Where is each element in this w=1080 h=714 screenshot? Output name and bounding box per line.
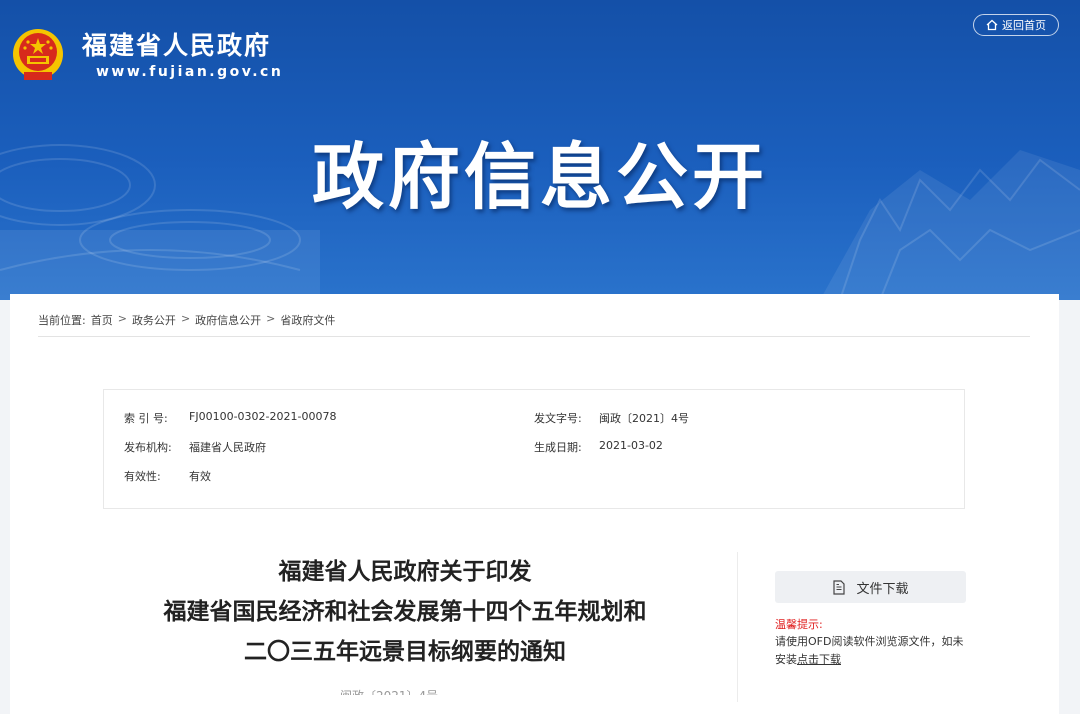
date-value: 2021-03-02 [599, 439, 663, 452]
breadcrumb-item-provincial-docs[interactable]: 省政府文件 [280, 312, 335, 328]
site-url[interactable]: www.fujian.gov.cn [96, 64, 283, 80]
breadcrumb-prefix: 当前位置: [38, 314, 86, 327]
document-meta-box: 索 引 号: FJ00100-0302-2021-00078 发文字号: 闽政〔… [103, 389, 965, 509]
doc-number-label: 发文字号: [534, 412, 582, 425]
validity-value: 有效 [189, 470, 211, 483]
home-button[interactable]: 返回首页 [973, 14, 1059, 36]
document-number-subtitle: 闽政〔2021〕4号 [340, 687, 480, 695]
site-name[interactable]: 福建省人民政府 [82, 26, 271, 62]
document-title-line: 二〇三五年远景目标纲要的通知 [244, 639, 566, 665]
validity-label: 有效性: [124, 470, 161, 483]
issuer-label: 发布机构: [124, 441, 172, 454]
vertical-divider [737, 552, 738, 702]
file-download-label: 文件下载 [856, 581, 909, 597]
breadcrumb-separator: > [180, 312, 191, 325]
ofd-download-link[interactable]: 点击下载 [797, 653, 841, 666]
document-title: 福建省人民政府关于印发 福建省国民经济和社会发展第十四个五年规划和 二〇三五年远… [120, 552, 690, 672]
national-emblem-icon [13, 29, 63, 80]
file-download-button[interactable]: 文件下载 [775, 571, 966, 603]
breadcrumb: 当前位置: 首页 > 政务公开 > 政府信息公开 > 省政府文件 [38, 312, 335, 328]
breadcrumb-item-gov-affairs[interactable]: 政务公开 [132, 312, 176, 328]
doc-number-value: 闽政〔2021〕4号 [599, 412, 689, 425]
document-title-line: 福建省国民经济和社会发展第十四个五年规划和 [163, 599, 647, 625]
tip-title: 温馨提示: [775, 618, 823, 631]
document-icon [833, 579, 846, 595]
breadcrumb-divider [38, 336, 1030, 337]
document-title-line: 福建省人民政府关于印发 [278, 559, 532, 585]
issuer-value: 福建省人民政府 [189, 441, 266, 454]
index-number-label: 索 引 号: [124, 412, 168, 425]
banner-title: 政府信息公开 [311, 135, 768, 219]
breadcrumb-item-home[interactable]: 首页 [91, 312, 113, 328]
index-number-value: FJ00100-0302-2021-00078 [189, 410, 337, 423]
content-card: 当前位置: 首页 > 政务公开 > 政府信息公开 > 省政府文件 索 引 号: … [10, 294, 1059, 714]
breadcrumb-item-info-disclosure[interactable]: 政府信息公开 [195, 312, 261, 328]
date-label: 生成日期: [534, 441, 582, 454]
tip-text: 请使用OFD阅读软件浏览源文件，如未安装点击下载 [775, 633, 970, 669]
home-button-label: 返回首页 [1002, 19, 1046, 32]
header-banner: 福建省人民政府 www.fujian.gov.cn 返回首页 政府信息公开 [0, 0, 1080, 300]
home-icon [986, 19, 998, 31]
breadcrumb-separator: > [266, 312, 276, 325]
breadcrumb-separator: > [117, 312, 127, 325]
